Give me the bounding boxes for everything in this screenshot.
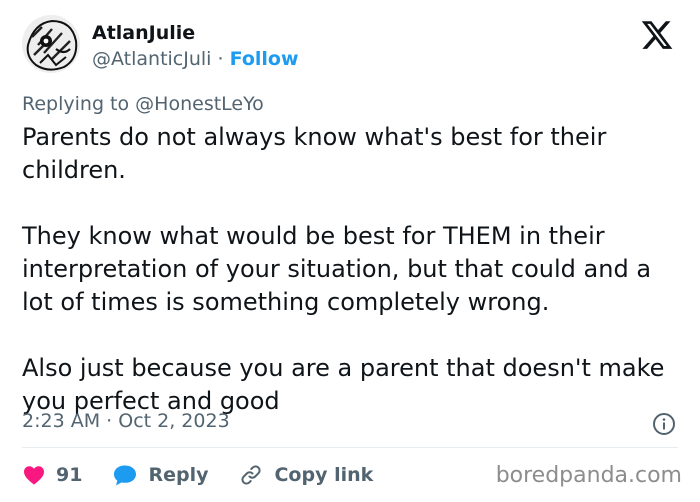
tweet-text: Parents do not always know what's best f… (22, 121, 682, 418)
heart-icon (24, 466, 44, 485)
tweet-time[interactable]: 2:23 AM (22, 410, 100, 432)
copy-link-label: Copy link (274, 464, 374, 486)
author-name[interactable]: AtlanJulie (92, 22, 195, 44)
boredpanda-watermark: boredpanda.com (495, 463, 682, 488)
avatar[interactable] (22, 15, 80, 73)
tweet-paragraph: Parents do not always know what's best f… (22, 123, 607, 184)
tweet-paragraph: They know what would be best for THEM in… (22, 222, 652, 316)
reply-bubble-icon (114, 465, 137, 486)
like-button[interactable]: 91 (22, 463, 82, 487)
link-icon (241, 465, 262, 485)
like-count: 91 (56, 464, 83, 486)
tweet-paragraph: Also just because you are a parent that … (22, 354, 665, 415)
replying-target-link[interactable]: @HonestLeYo (135, 93, 264, 115)
tweet-date[interactable]: Oct 2, 2023 (118, 410, 229, 432)
timestamp[interactable]: 2:23 AM · Oct 2, 2023 (22, 410, 230, 432)
reply-button[interactable]: Reply (112, 463, 208, 487)
replying-to: Replying to @HonestLeYo (22, 93, 264, 115)
avatar-sketch-icon (22, 15, 80, 73)
copy-link-button[interactable]: Copy link (238, 463, 373, 487)
info-icon[interactable] (652, 412, 676, 436)
action-bar: 91 Reply Copy link (22, 460, 403, 490)
author-handle[interactable]: @AtlanticJuli (92, 48, 211, 70)
follow-button[interactable]: Follow (230, 48, 299, 70)
x-logo-icon[interactable] (640, 18, 674, 52)
separator-dot: · (217, 48, 224, 70)
replying-prefix: Replying to (22, 93, 130, 115)
reply-label: Reply (148, 464, 209, 486)
author-handle-row: @AtlanticJuli · Follow (92, 48, 299, 70)
divider (22, 447, 678, 448)
timestamp-separator: · (106, 410, 113, 432)
